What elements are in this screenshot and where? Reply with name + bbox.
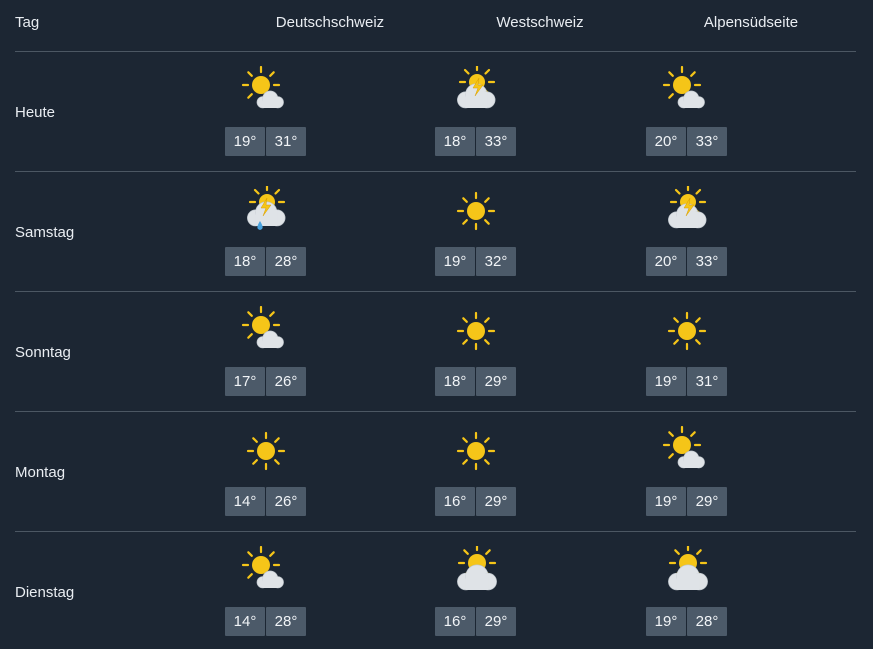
forecast-row: Samstag 18° 28° 19° 32° 20° 33° [0, 172, 873, 292]
forecast-cell: 16° 29° [435, 532, 517, 649]
max-temperature: 33° [476, 127, 516, 156]
cloud-sun-icon [451, 543, 501, 596]
max-temperature: 29° [476, 607, 516, 636]
max-temperature: 33° [687, 247, 727, 276]
forecast-cell: 19° 32° [435, 172, 517, 292]
day-label: Heute [15, 104, 56, 121]
day-label: Sonntag [15, 344, 71, 361]
min-temperature: 14° [225, 487, 265, 516]
max-temperature: 26° [266, 487, 306, 516]
max-temperature: 33° [687, 127, 727, 156]
forecast-cell: 19° 29° [646, 412, 728, 532]
max-temperature: 32° [476, 247, 516, 276]
max-temperature: 31° [687, 367, 727, 396]
thunder-cloud-icon [451, 63, 501, 116]
sun-icon [662, 306, 712, 356]
temperature-range: 14° 28° [225, 607, 307, 636]
temperature-range: 18° 28° [225, 247, 307, 276]
min-temperature: 20° [646, 247, 686, 276]
min-temperature: 19° [225, 127, 265, 156]
forecast-row: Heute 19° 31° 18° 33° 20° 33° [0, 52, 873, 172]
temperature-range: 19° 31° [225, 127, 307, 156]
forecast-table: Tag Deutschschweiz Westschweiz Alpensüds… [0, 0, 873, 649]
forecast-cell: 17° 26° [225, 292, 307, 412]
max-temperature: 28° [266, 607, 306, 636]
min-temperature: 18° [225, 247, 265, 276]
min-temperature: 14° [225, 607, 265, 636]
forecast-cell: 14° 26° [225, 412, 307, 532]
min-temperature: 19° [646, 367, 686, 396]
temperature-range: 16° 29° [435, 607, 517, 636]
forecast-cell: 19° 31° [225, 52, 307, 172]
thunder-rain-icon [241, 183, 291, 236]
sun-cloud-icon [241, 305, 291, 356]
header-region-alpensuedseite: Alpensüdseite [703, 14, 799, 31]
thunder-cloud-icon [662, 183, 712, 236]
min-temperature: 16° [435, 487, 475, 516]
temperature-range: 20° 33° [646, 247, 728, 276]
min-temperature: 18° [435, 367, 475, 396]
temperature-range: 17° 26° [225, 367, 307, 396]
temperature-range: 18° 29° [435, 367, 517, 396]
temperature-range: 18° 33° [435, 127, 517, 156]
cloud-sun-icon [662, 543, 712, 596]
sun-icon [451, 186, 501, 236]
max-temperature: 29° [476, 367, 516, 396]
header-day: Tag [15, 14, 40, 31]
temperature-range: 20° 33° [646, 127, 728, 156]
header-region-deutschschweiz: Deutschschweiz [275, 14, 385, 31]
max-temperature: 29° [476, 487, 516, 516]
forecast-cell: 18° 33° [435, 52, 517, 172]
forecast-cell: 14° 28° [225, 532, 307, 649]
forecast-cell: 19° 31° [646, 292, 728, 412]
header-region-westschweiz: Westschweiz [496, 14, 584, 31]
forecast-row: Dienstag 14° 28° 16° 29° 19° 28° [0, 532, 873, 649]
max-temperature: 31° [266, 127, 306, 156]
table-header: Tag Deutschschweiz Westschweiz Alpensüds… [0, 0, 873, 50]
forecast-row: Montag 14° 26° 16° 29° 19° 29° [0, 412, 873, 532]
forecast-cell: 18° 29° [435, 292, 517, 412]
max-temperature: 28° [687, 607, 727, 636]
min-temperature: 16° [435, 607, 475, 636]
temperature-range: 19° 32° [435, 247, 517, 276]
temperature-range: 14° 26° [225, 487, 307, 516]
min-temperature: 19° [435, 247, 475, 276]
min-temperature: 17° [225, 367, 265, 396]
sun-cloud-icon [662, 425, 712, 476]
max-temperature: 28° [266, 247, 306, 276]
max-temperature: 29° [687, 487, 727, 516]
sun-cloud-icon [241, 545, 291, 596]
sun-icon [241, 426, 291, 476]
day-label: Dienstag [15, 584, 75, 601]
sun-cloud-icon [662, 65, 712, 116]
max-temperature: 26° [266, 367, 306, 396]
min-temperature: 20° [646, 127, 686, 156]
forecast-cell: 20° 33° [646, 52, 728, 172]
temperature-range: 19° 28° [646, 607, 728, 636]
forecast-cell: 16° 29° [435, 412, 517, 532]
forecast-cell: 20° 33° [646, 172, 728, 292]
day-label: Montag [15, 464, 66, 481]
temperature-range: 19° 31° [646, 367, 728, 396]
temperature-range: 16° 29° [435, 487, 517, 516]
forecast-row: Sonntag 17° 26° 18° 29° 19° 31° [0, 292, 873, 412]
temperature-range: 19° 29° [646, 487, 728, 516]
forecast-cell: 18° 28° [225, 172, 307, 292]
min-temperature: 19° [646, 607, 686, 636]
day-label: Samstag [15, 224, 75, 241]
min-temperature: 18° [435, 127, 475, 156]
min-temperature: 19° [646, 487, 686, 516]
sun-cloud-icon [241, 65, 291, 116]
sun-icon [451, 426, 501, 476]
forecast-cell: 19° 28° [646, 532, 728, 649]
sun-icon [451, 306, 501, 356]
